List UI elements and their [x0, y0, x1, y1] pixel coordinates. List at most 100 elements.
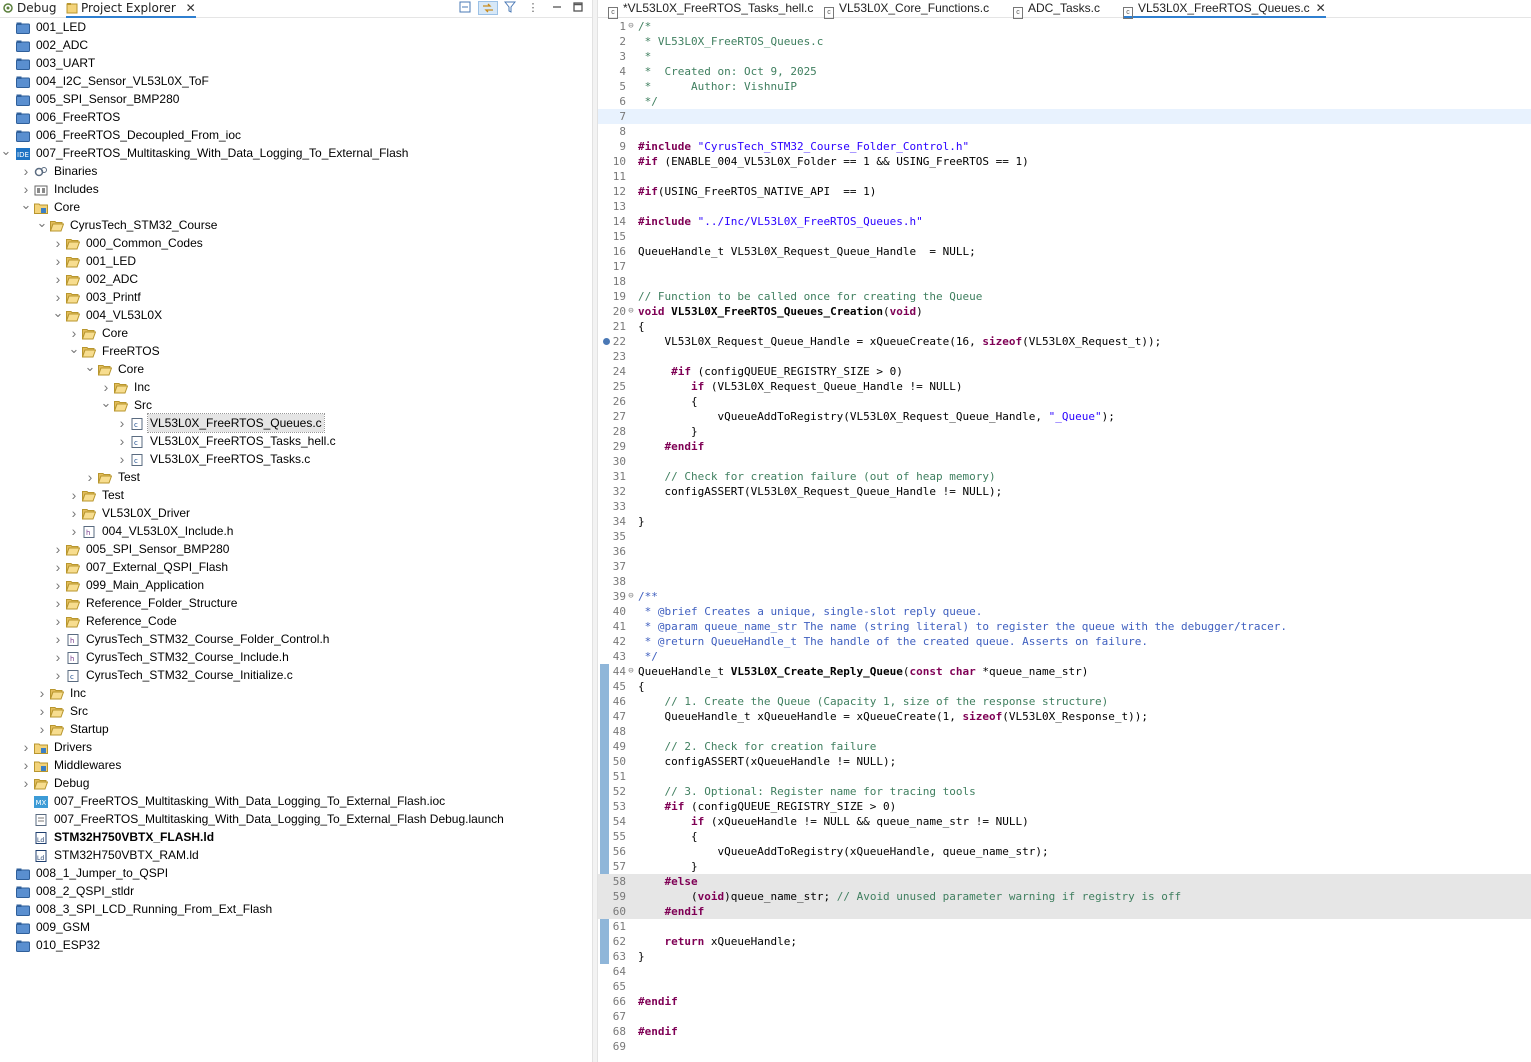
chevron-right-icon[interactable]: ›: [116, 414, 128, 432]
code-line[interactable]: 38: [598, 574, 1531, 589]
code-line[interactable]: 64: [598, 964, 1531, 979]
tree-item[interactable]: 008_1_Jumper_to_QSPI: [0, 864, 592, 882]
tree-item[interactable]: MX 007_FreeRTOS_Multitasking_With_Data_Lo…: [0, 792, 592, 810]
chevron-right-icon[interactable]: ›: [20, 774, 32, 792]
editor-tab[interactable]: c VL53L0X_FreeRTOS_Queues.c ✕: [1123, 0, 1326, 19]
chevron-right-icon[interactable]: ›: [100, 378, 112, 396]
tree-item[interactable]: › c CyrusTech_STM32_Course_Initialize.c: [0, 666, 592, 684]
code-line[interactable]: 51: [598, 769, 1531, 784]
chevron-right-icon[interactable]: ›: [52, 234, 64, 252]
code-line[interactable]: 32 configASSERT(VL53L0X_Request_Queue_Ha…: [598, 484, 1531, 499]
tree-item[interactable]: ⌄ Core: [0, 360, 592, 378]
chevron-right-icon[interactable]: ›: [52, 270, 64, 288]
tree-item[interactable]: › c VL53L0X_FreeRTOS_Tasks.c: [0, 450, 592, 468]
code-line[interactable]: 47 QueueHandle_t xQueueHandle = xQueueCr…: [598, 709, 1531, 724]
code-line[interactable]: 40 * @brief Creates a unique, single-slo…: [598, 604, 1531, 619]
code-line[interactable]: 43 */: [598, 649, 1531, 664]
close-icon[interactable]: ✕: [186, 1, 196, 15]
tree-item[interactable]: › 001_LED: [0, 252, 592, 270]
chevron-right-icon[interactable]: ›: [68, 324, 80, 342]
code-line[interactable]: 31 // Check for creation failure (out of…: [598, 469, 1531, 484]
maximize-icon[interactable]: [571, 1, 585, 15]
tree-item[interactable]: ⌄ Core: [0, 198, 592, 216]
code-line[interactable]: 60 #endif: [598, 904, 1531, 919]
tree-item[interactable]: › h 004_VL53L0X_Include.h: [0, 522, 592, 540]
code-line[interactable]: 69: [598, 1039, 1531, 1054]
chevron-right-icon[interactable]: ›: [52, 540, 64, 558]
tree-item[interactable]: › Middlewares: [0, 756, 592, 774]
code-line[interactable]: 46 // 1. Create the Queue (Capacity 1, s…: [598, 694, 1531, 709]
code-line[interactable]: 9 #include "CyrusTech_STM32_Course_Folder…: [598, 139, 1531, 154]
tree-item[interactable]: ⌄ FreeRTOS: [0, 342, 592, 360]
code-line[interactable]: 50 configASSERT(xQueueHandle != NULL);: [598, 754, 1531, 769]
code-line[interactable]: 26 {: [598, 394, 1531, 409]
tree-item[interactable]: 003_UART: [0, 54, 592, 72]
chevron-right-icon[interactable]: ›: [68, 522, 80, 540]
code-line[interactable]: 3 *: [598, 49, 1531, 64]
tree-item[interactable]: 010_ESP32: [0, 936, 592, 954]
code-line[interactable]: 6 */: [598, 94, 1531, 109]
code-line[interactable]: 11: [598, 169, 1531, 184]
code-line[interactable]: 12 #if(USING_FreeRTOS_NATIVE_API == 1): [598, 184, 1531, 199]
chevron-right-icon[interactable]: ›: [116, 432, 128, 450]
code-line[interactable]: 59 (void)queue_name_str; // Avoid unused…: [598, 889, 1531, 904]
code-line[interactable]: 34}: [598, 514, 1531, 529]
tree-item[interactable]: › Reference_Code: [0, 612, 592, 630]
tree-item[interactable]: ⌄ 004_VL53L0X: [0, 306, 592, 324]
fold-toggle-icon[interactable]: ⊖: [626, 19, 636, 34]
code-line[interactable]: 61: [598, 919, 1531, 934]
tree-item[interactable]: › Inc: [0, 684, 592, 702]
code-line[interactable]: 36: [598, 544, 1531, 559]
tree-item[interactable]: › h CyrusTech_STM32_Course_Include.h: [0, 648, 592, 666]
tree-item[interactable]: 009_GSM: [0, 918, 592, 936]
code-line[interactable]: 42 * @return QueueHandle_t The handle of…: [598, 634, 1531, 649]
code-line[interactable]: 14 #include "../Inc/VL53L0X_FreeRTOS_Queu…: [598, 214, 1531, 229]
fold-toggle-icon[interactable]: ⊖: [626, 304, 636, 319]
chevron-down-icon[interactable]: ⌄: [52, 306, 64, 324]
code-line[interactable]: 63}: [598, 949, 1531, 964]
fold-toggle-icon[interactable]: ⊖: [626, 664, 636, 679]
tree-item[interactable]: › 007_External_QSPI_Flash: [0, 558, 592, 576]
chevron-right-icon[interactable]: ›: [20, 162, 32, 180]
tree-item[interactable]: › c VL53L0X_FreeRTOS_Tasks_hell.c: [0, 432, 592, 450]
code-line[interactable]: 5 * Author: VishnuIP: [598, 79, 1531, 94]
chevron-down-icon[interactable]: ⌄: [0, 144, 12, 162]
tree-item[interactable]: 007_FreeRTOS_Multitasking_With_Data_Logg…: [0, 810, 592, 828]
code-line[interactable]: 24 #if (configQUEUE_REGISTRY_SIZE > 0): [598, 364, 1531, 379]
tree-item[interactable]: › c VL53L0X_FreeRTOS_Queues.c: [0, 413, 592, 433]
chevron-right-icon[interactable]: ›: [52, 666, 64, 684]
chevron-down-icon[interactable]: ⌄: [100, 396, 112, 414]
code-line[interactable]: 10 #if (ENABLE_004_VL53L0X_Folder == 1 &&…: [598, 154, 1531, 169]
tree-item[interactable]: › 005_SPI_Sensor_BMP280: [0, 540, 592, 558]
tree-item[interactable]: 008_2_QSPI_stldr: [0, 882, 592, 900]
tree-item[interactable]: 005_SPI_Sensor_BMP280: [0, 90, 592, 108]
code-line[interactable]: 25 if (VL53L0X_Request_Queue_Handle != N…: [598, 379, 1531, 394]
editor-tab[interactable]: c ADC_Tasks.c: [1013, 0, 1100, 19]
code-line[interactable]: 20 ⊖ void VL53L0X_FreeRTOS_Queues_Creation…: [598, 304, 1531, 319]
code-line[interactable]: 29 #endif: [598, 439, 1531, 454]
code-line[interactable]: 21 {: [598, 319, 1531, 334]
code-line[interactable]: 54 if (xQueueHandle != NULL && queue_nam…: [598, 814, 1531, 829]
tab-project-explorer[interactable]: Project Explorer ✕: [66, 0, 196, 18]
code-line[interactable]: 62 return xQueueHandle;: [598, 934, 1531, 949]
tree-item[interactable]: › Debug: [0, 774, 592, 792]
code-line[interactable]: 67: [598, 1009, 1531, 1024]
tree-item[interactable]: › Drivers: [0, 738, 592, 756]
code-line[interactable]: 45 {: [598, 679, 1531, 694]
code-line[interactable]: 1 ⊖/*: [598, 19, 1531, 34]
tree-item[interactable]: › 000_Common_Codes: [0, 234, 592, 252]
chevron-right-icon[interactable]: ›: [20, 756, 32, 774]
code-line[interactable]: 18: [598, 274, 1531, 289]
chevron-down-icon[interactable]: ⌄: [68, 342, 80, 360]
code-line[interactable]: 2 * VL53L0X_FreeRTOS_Queues.c: [598, 34, 1531, 49]
link-with-editor-icon[interactable]: [478, 1, 498, 15]
chevron-right-icon[interactable]: ›: [116, 450, 128, 468]
code-line[interactable]: 19 // Function to be called once for crea…: [598, 289, 1531, 304]
code-line[interactable]: 48: [598, 724, 1531, 739]
chevron-right-icon[interactable]: ›: [68, 504, 80, 522]
editor-tab[interactable]: c *VL53L0X_FreeRTOS_Tasks_hell.c: [608, 0, 813, 19]
fold-toggle-icon[interactable]: ⊖: [626, 589, 636, 604]
code-line[interactable]: 8: [598, 124, 1531, 139]
tree-item[interactable]: › Test: [0, 486, 592, 504]
chevron-right-icon[interactable]: ›: [36, 702, 48, 720]
